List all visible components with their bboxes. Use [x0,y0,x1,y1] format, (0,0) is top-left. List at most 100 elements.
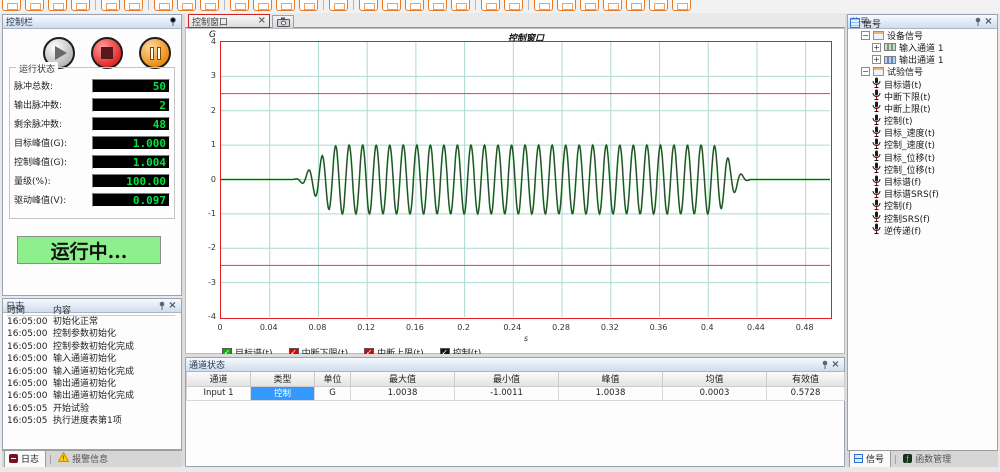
tree-item-逆传递(f)[interactable]: 逆传递(f) [850,224,995,236]
toolbar-icon[interactable] [359,0,378,11]
close-icon[interactable]: × [830,359,841,370]
toolbar-separator [148,0,149,10]
toolbar-icon[interactable] [481,0,500,11]
tree-item-label: 目标谱SRS(f) [884,187,939,200]
toolbar-icon[interactable] [200,0,219,11]
toolbar-icon[interactable] [25,0,44,11]
log-row[interactable]: 16:05:05开始试验 [7,403,175,415]
expand-icon[interactable]: + [872,43,881,52]
toolbar-icon[interactable] [405,0,424,11]
toolbar-icon[interactable] [428,0,447,11]
tab-label: 信号 [866,452,884,465]
tab-报警信息[interactable]: !报警信息 [54,451,114,467]
status-field-row: 脉冲总数:50 [14,76,170,95]
channel-col-header[interactable]: 均值 [663,372,767,386]
log-row[interactable]: 16:05:05执行进度表第1项 [7,415,175,427]
toolbar-icon[interactable] [48,0,67,11]
control-bar-title: 控制栏 [6,15,167,28]
log-message: 执行进度表第1项 [53,415,175,427]
log-message: 控制参数初始化 [53,328,175,340]
log-row[interactable]: 16:05:00输入通道初始化完成 [7,366,175,378]
toolbar-icon[interactable] [2,0,21,11]
toolbar-icon[interactable] [557,0,576,11]
tree-item-label: 中断下限(t) [884,90,931,103]
log-row[interactable]: 16:05:00输出通道初始化 [7,378,175,390]
pin-icon[interactable] [819,359,830,370]
toolbar-icon[interactable] [451,0,470,11]
tree-item-label: 目标谱(t) [884,78,922,91]
channel-cell: G [315,386,351,400]
tab-label: 控制窗口 [192,15,258,28]
expand-icon[interactable]: + [872,55,881,64]
toolbar-icon[interactable] [329,0,348,11]
channel-col-header[interactable]: 最小值 [455,372,559,386]
left-bottom-tabstrip: 日志|!报警信息 [2,450,182,467]
toolbar-icon[interactable] [626,0,645,11]
pause-button[interactable] [139,37,171,69]
tree-item-输入通道 1[interactable]: +输入通道 1 [850,41,995,53]
signal-group-icon [873,67,884,76]
toolbar-icon[interactable] [603,0,622,11]
stop-button[interactable] [91,37,123,69]
log-row[interactable]: 16:05:00输入通道初始化 [7,353,175,365]
y-tick-label: -1 [190,209,216,218]
channel-row[interactable]: Input 1控制G1.0038-1.00111.00380.00030.572… [187,386,845,400]
status-field-value: 2 [92,98,170,112]
channel-col-header[interactable]: 峰值 [559,372,663,386]
status-field-row: 控制峰值(G):1.004 [14,152,170,171]
log-row[interactable]: 16:05:00控制参数初始化 [7,328,175,340]
log-message: 输出通道初始化完成 [53,390,175,402]
toolbar-separator [95,0,96,10]
toolbar-separator [224,0,225,10]
x-axis-unit-label: s [220,334,832,343]
log-table: 时间 内容 16:05:00初始化正常16:05:00控制参数初始化16:05:… [7,303,175,428]
log-time: 16:05:00 [7,378,53,390]
toolbar-icon[interactable] [299,0,318,11]
log-message: 初始化正常 [53,316,175,328]
tab-control-window[interactable]: 控制窗口 × [188,14,270,28]
tree-item-label: 控制(f) [884,199,912,212]
toolbar-icon[interactable] [154,0,173,11]
application-window: 控制栏 运行状态 脉冲总数:50输出脉冲数:2剩余脉冲数:48目标峰值(G):1… [0,0,1000,472]
log-time: 16:05:00 [7,316,53,328]
channel-col-header[interactable]: 单位 [315,372,351,386]
tab-日志[interactable]: 日志 [4,450,46,467]
log-row[interactable]: 16:05:00控制参数初始化完成 [7,341,175,353]
toolbar-icon[interactable] [230,0,249,11]
log-row[interactable]: 16:05:00输出通道初始化完成 [7,390,175,402]
tree-item-信号[interactable]: 信号 [850,17,995,29]
toolbar-icon[interactable] [124,0,143,11]
toolbar-icon[interactable] [382,0,401,11]
collapse-icon[interactable]: − [861,31,870,40]
log-row[interactable]: 16:05:00初始化正常 [7,316,175,328]
toolbar-icon[interactable] [580,0,599,11]
channel-col-header[interactable]: 通道 [187,372,251,386]
pin-icon[interactable] [167,16,178,27]
toolbar-icon[interactable] [276,0,295,11]
channel-col-header[interactable]: 最大值 [351,372,455,386]
tree-item-输出通道 1[interactable]: +输出通道 1 [850,54,995,66]
run-status-group: 运行状态 脉冲总数:50输出脉冲数:2剩余脉冲数:48目标峰值(G):1.000… [9,67,175,219]
tree-item-label: 控制SRS(f) [884,212,930,225]
toolbar-icon[interactable] [534,0,553,11]
channel-col-header[interactable]: 类型 [251,372,315,386]
toolbar-icon[interactable] [253,0,272,11]
toolbar-icon[interactable] [504,0,523,11]
toolbar-icon[interactable] [71,0,90,11]
status-field-value: 1.000 [92,136,170,150]
x-tick-label: 0.28 [552,323,570,332]
toolbar-icon[interactable] [101,0,120,11]
close-icon[interactable]: × [258,16,266,26]
channel-cell: 1.0038 [559,386,663,400]
tab-函数管理[interactable]: ƒ函数管理 [899,451,957,467]
toolbar-icon[interactable] [672,0,691,11]
tree-item-设备信号[interactable]: −设备信号 [850,29,995,41]
toolbar-icon[interactable] [177,0,196,11]
tab-信号[interactable]: 信号 [849,450,891,467]
screenshot-tab[interactable] [272,15,294,28]
signal-root-icon [850,18,860,28]
toolbar-icon[interactable] [649,0,668,11]
log-col-time: 时间 [7,303,53,315]
channel-col-header[interactable]: 有效值 [767,372,845,386]
collapse-icon[interactable]: − [861,67,870,76]
